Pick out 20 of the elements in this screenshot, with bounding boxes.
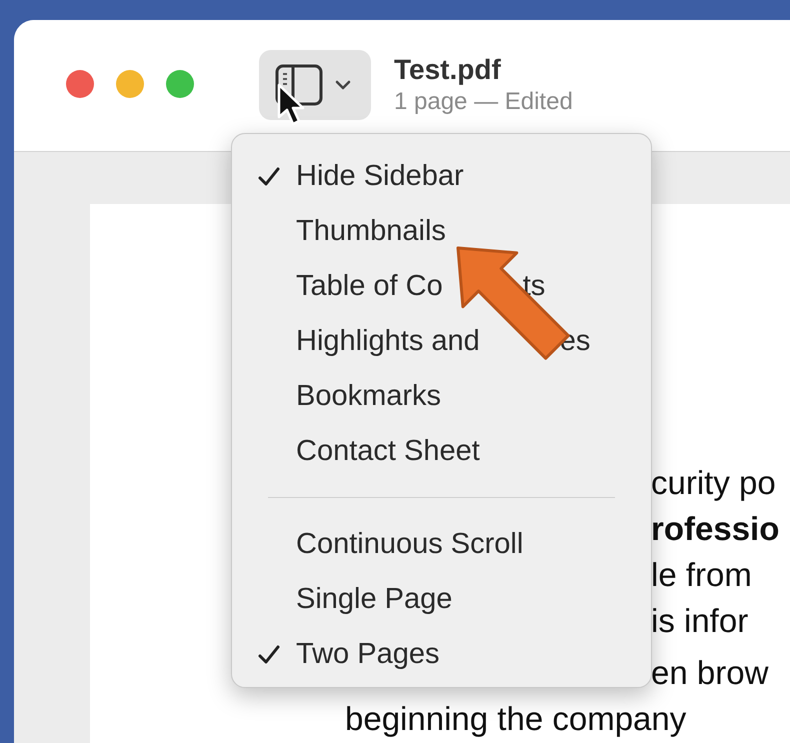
menu-item[interactable]: Continuous Scroll (232, 517, 651, 572)
document-text-line: en brow (651, 654, 768, 691)
menu-item[interactable]: Bookmarks (232, 369, 651, 424)
document-text-line: beginning the company (345, 700, 686, 737)
menu-item[interactable]: Thumbnails (232, 204, 651, 259)
document-text-line: is infor (651, 602, 748, 639)
minimize-button[interactable] (116, 70, 144, 98)
zoom-button[interactable] (166, 70, 194, 98)
menu-item[interactable]: Single Page (232, 572, 651, 627)
document-text-line: rofessio (651, 510, 780, 547)
document-text-line: curity po (651, 464, 776, 501)
chevron-icon (335, 80, 351, 90)
document-status: 1 page — Edited (394, 88, 573, 116)
menu-item[interactable]: Contact Sheet (232, 424, 651, 479)
menu-item[interactable]: Hide Sidebar (232, 149, 651, 204)
document-text-line: le from (651, 556, 752, 593)
close-button[interactable] (66, 70, 94, 98)
window-title: Test.pdf (394, 54, 502, 86)
sidebar-icon (275, 64, 323, 106)
menu-item[interactable]: Two Pages (232, 627, 651, 682)
